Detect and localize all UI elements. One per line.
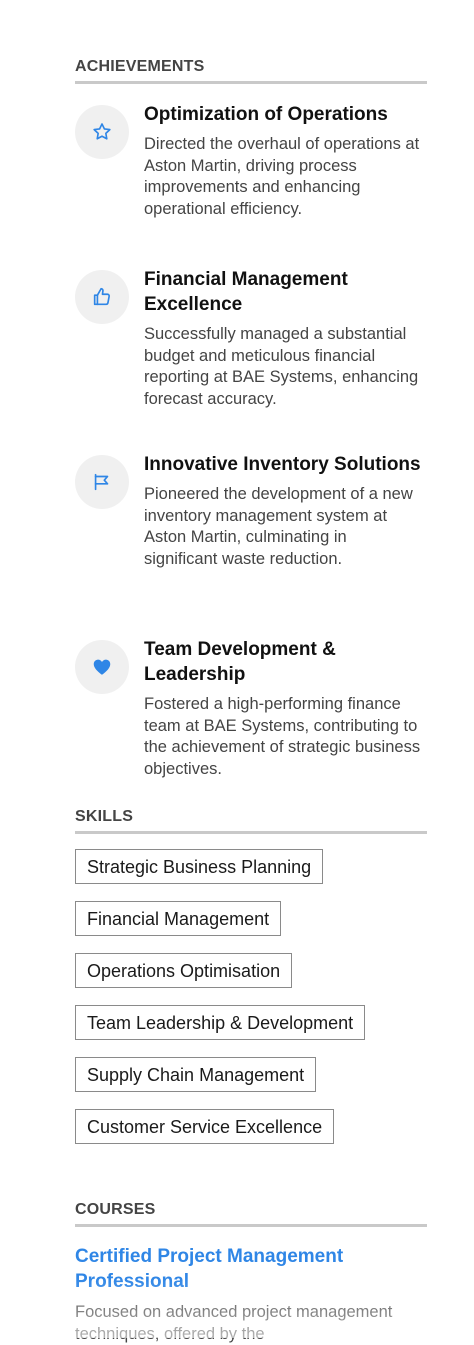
achievement-text: Innovative Inventory Solutions Pioneered… bbox=[144, 452, 424, 570]
thumbs-up-icon bbox=[75, 270, 129, 324]
star-icon bbox=[75, 105, 129, 159]
course-description: Focused on advanced project management t… bbox=[75, 1303, 393, 1343]
heart-icon bbox=[75, 640, 129, 694]
skills-list: Strategic Business Planning Financial Ma… bbox=[75, 849, 427, 1161]
courses-heading: COURSES bbox=[75, 1200, 427, 1227]
skill-tag: Financial Management bbox=[75, 901, 282, 936]
achievement-title: Optimization of Operations bbox=[144, 104, 388, 125]
achievement-text: Team Development & Leadership Fostered a… bbox=[144, 637, 424, 780]
skills-heading: SKILLS bbox=[75, 807, 427, 834]
course-item: Certified Project Management Professiona… bbox=[75, 1244, 427, 1345]
course-title-link[interactable]: Certified Project Management Professiona… bbox=[75, 1244, 427, 1294]
skill-tag: Team Leadership & Development bbox=[75, 1005, 366, 1040]
achievement-item: Financial Management Excellence Successf… bbox=[75, 267, 427, 452]
achievement-description: Successfully managed a substantial budge… bbox=[144, 325, 419, 408]
achievement-text: Financial Management Excellence Successf… bbox=[144, 267, 424, 410]
achievement-item: Team Development & Leadership Fostered a… bbox=[75, 637, 427, 780]
courses-section: COURSES Certified Project Management Pro… bbox=[75, 1200, 427, 1345]
skills-section: SKILLS Strategic Business Planning Finan… bbox=[75, 807, 427, 1161]
achievement-text: Optimization of Operations Directed the … bbox=[144, 102, 424, 220]
achievement-item: Innovative Inventory Solutions Pioneered… bbox=[75, 452, 427, 637]
skill-tag: Operations Optimisation bbox=[75, 953, 293, 988]
skill-tag: Customer Service Excellence bbox=[75, 1109, 335, 1144]
skill-tag: Strategic Business Planning bbox=[75, 849, 324, 884]
flag-icon bbox=[75, 455, 129, 509]
achievement-title: Financial Management Excellence bbox=[144, 269, 348, 315]
achievement-description: Pioneered the development of a new inven… bbox=[144, 485, 413, 568]
achievement-description: Fostered a high-performing finance team … bbox=[144, 695, 421, 778]
skill-tag: Supply Chain Management bbox=[75, 1057, 317, 1092]
achievements-list: Optimization of Operations Directed the … bbox=[75, 102, 427, 780]
achievements-heading: ACHIEVEMENTS bbox=[75, 57, 427, 84]
achievement-title: Team Development & Leadership bbox=[144, 639, 336, 685]
achievement-description: Directed the overhaul of operations at A… bbox=[144, 135, 420, 218]
achievements-section: ACHIEVEMENTS Optimization of Operations … bbox=[75, 57, 427, 780]
achievement-title: Innovative Inventory Solutions bbox=[144, 454, 421, 475]
achievement-item: Optimization of Operations Directed the … bbox=[75, 102, 427, 267]
